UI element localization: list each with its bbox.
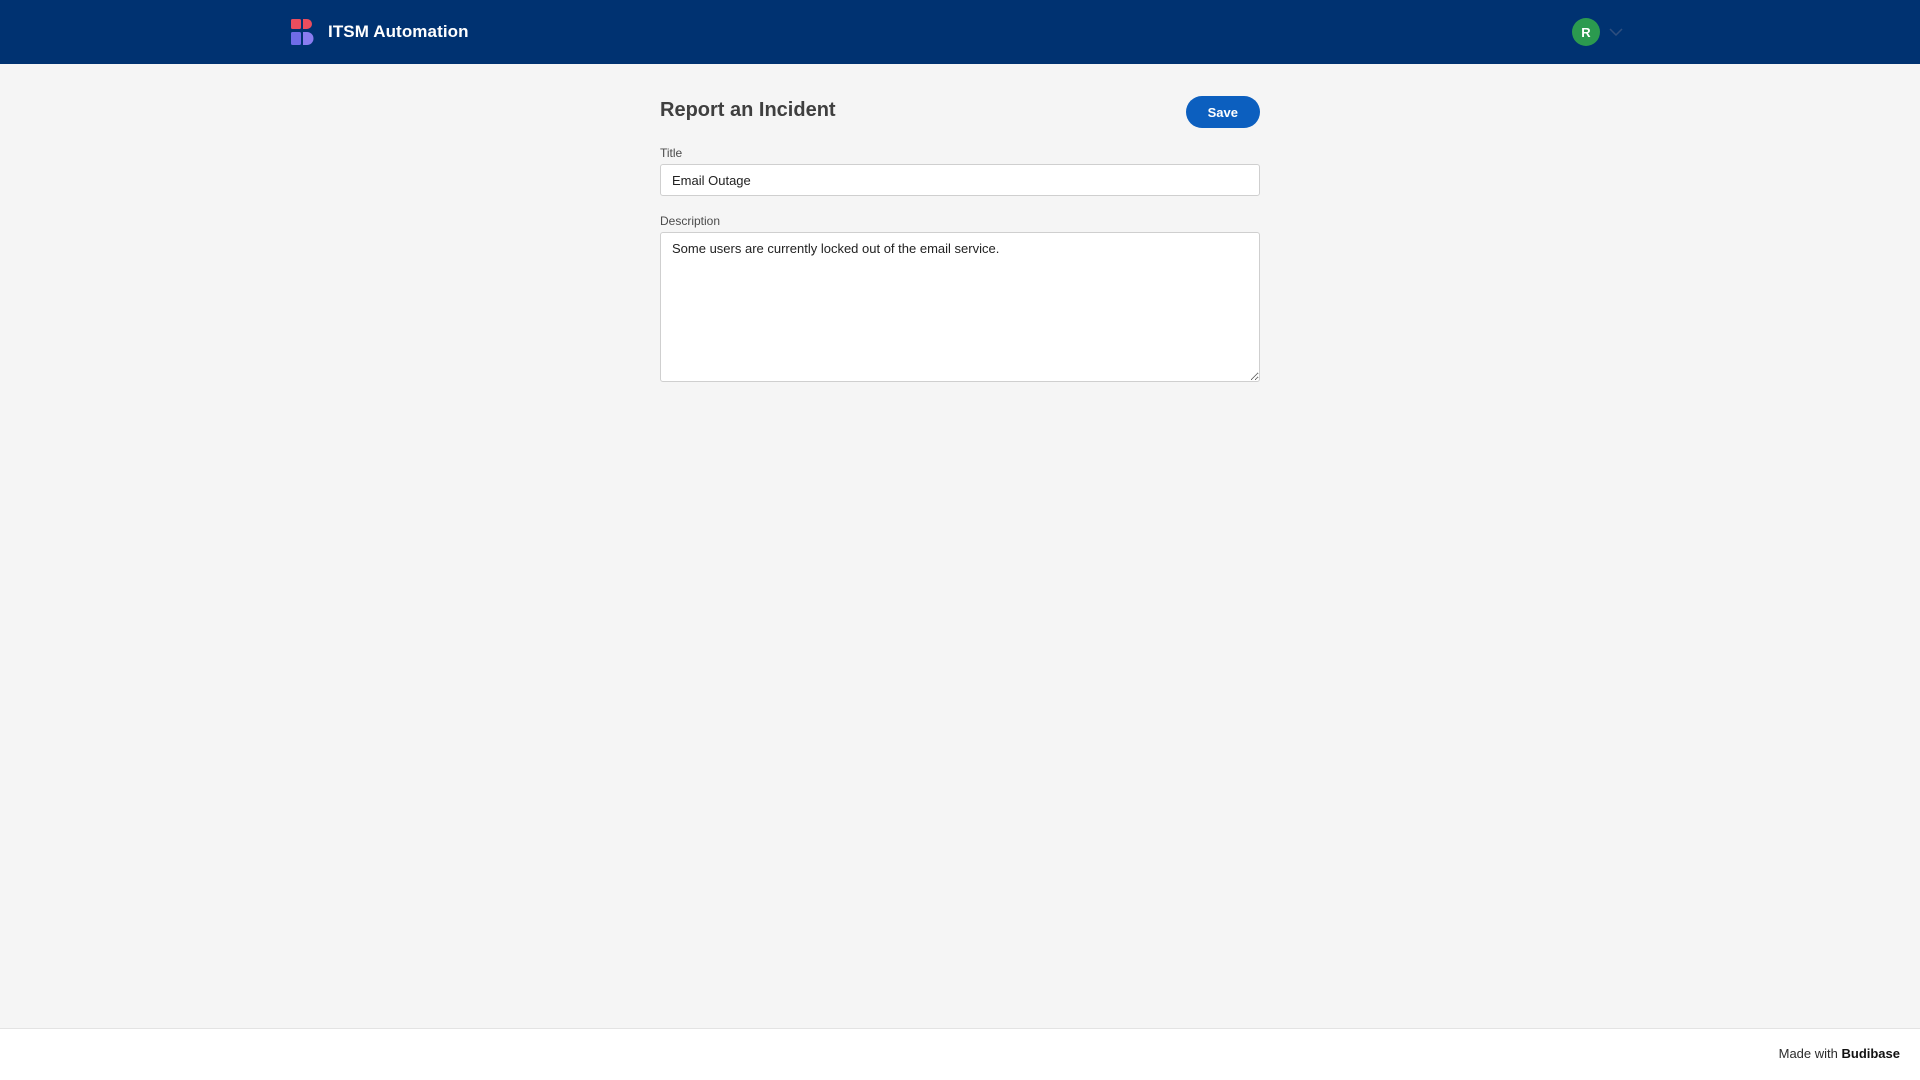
chevron-down-icon[interactable]: [1608, 24, 1624, 40]
title-input[interactable]: [660, 164, 1260, 196]
avatar[interactable]: R: [1572, 18, 1600, 46]
footer: Made with Budibase: [0, 1028, 1920, 1080]
form-header: Report an Incident Save: [660, 96, 1260, 138]
description-field-label: Description: [660, 214, 721, 228]
description-textarea[interactable]: Some users are currently locked out of t…: [660, 232, 1260, 382]
made-with-brand: Budibase: [1841, 1046, 1900, 1061]
made-with-budibase[interactable]: Made with Budibase: [1779, 1046, 1900, 1061]
budibase-logo-icon: [291, 19, 315, 45]
title-field-label: Title: [660, 146, 683, 160]
page-title: Report an Incident: [660, 99, 836, 121]
top-navigation-bar: ITSM Automation R: [0, 0, 1920, 64]
app-brand[interactable]: ITSM Automation: [291, 19, 469, 45]
incident-form: Report an Incident Save Title Descriptio…: [660, 96, 1260, 387]
made-with-prefix: Made with: [1778, 1046, 1838, 1061]
user-menu[interactable]: R: [1572, 18, 1624, 46]
app-title: ITSM Automation: [328, 22, 469, 41]
save-button[interactable]: Save: [1185, 96, 1260, 128]
